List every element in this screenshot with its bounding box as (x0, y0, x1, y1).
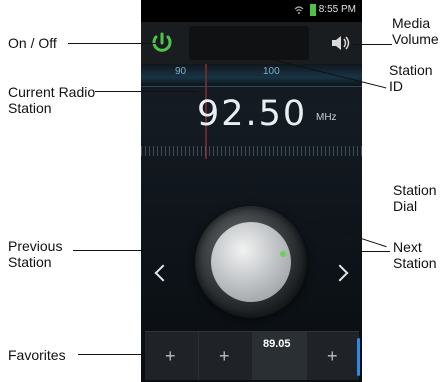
callout-station-dial: Station Dial (393, 182, 437, 214)
status-bar: 8:55 PM (141, 0, 362, 22)
callout-station-id: Station ID (389, 62, 433, 94)
callout-on-off: On / Off (8, 35, 57, 51)
scale-label-90: 90 (175, 66, 187, 77)
callout-current-station: Current Radio Station (8, 84, 96, 116)
favorite-slot-1[interactable]: + (145, 332, 199, 380)
top-controls (141, 22, 362, 64)
callout-media-volume: Media Volume (392, 15, 439, 47)
callout-line-media-volume (352, 44, 392, 46)
next-station-button[interactable] (331, 264, 349, 282)
callout-line-current-station (95, 91, 197, 93)
frequency-unit: MHz (316, 112, 337, 123)
callout-line-next-station (344, 251, 390, 253)
current-frequency: 92.50 (197, 94, 308, 134)
station-dial[interactable] (195, 206, 307, 318)
speaker-icon (332, 36, 350, 50)
radio-app: 8:55 PM 90 100 92.50 MHz + + 89.05 + (141, 0, 362, 382)
favorite-frequency: 89.05 (263, 338, 291, 350)
plus-icon: + (327, 346, 338, 366)
callout-line-previous-station (73, 250, 150, 252)
plus-icon: + (165, 346, 176, 366)
previous-station-button[interactable] (154, 264, 172, 282)
callout-line-favorites (78, 354, 146, 356)
wifi-icon (294, 6, 304, 14)
tuning-ticks (141, 146, 362, 156)
media-volume-button[interactable] (326, 28, 356, 58)
callout-line-on-off (68, 43, 156, 45)
callout-previous-station: Previous Station (8, 238, 63, 270)
callout-favorites: Favorites (8, 347, 66, 363)
favorites-scroll-indicator (357, 338, 360, 376)
scale-label-100: 100 (263, 66, 280, 77)
favorite-slot-4[interactable]: + (307, 332, 360, 380)
favorite-slot-2[interactable]: + (199, 332, 253, 380)
status-time: 8:55 PM (318, 4, 356, 15)
favorite-slot-3[interactable]: 89.05 (253, 332, 307, 380)
favorites-bar: + + 89.05 + (145, 331, 360, 380)
callout-next-station: Next Station (393, 239, 437, 271)
station-id-display (189, 26, 309, 60)
plus-icon: + (219, 346, 230, 366)
battery-icon (310, 4, 316, 16)
dial-indicator-dot (280, 251, 286, 257)
dial-knob[interactable] (211, 222, 291, 302)
frequency-scale[interactable]: 90 100 (141, 64, 362, 87)
